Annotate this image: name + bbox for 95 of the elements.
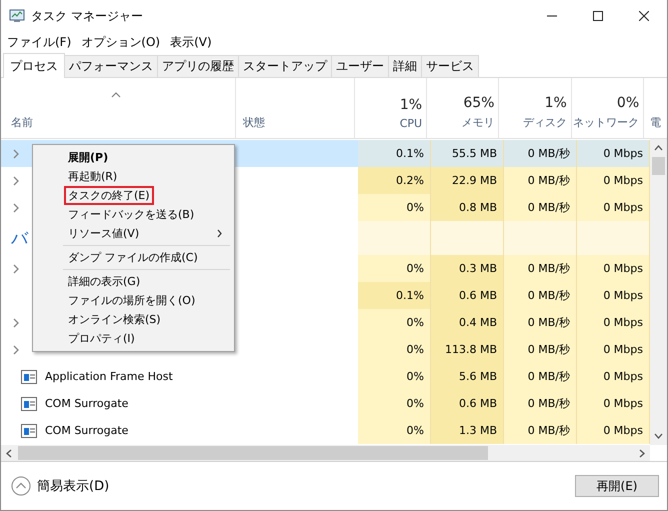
menu-item[interactable]: 展開(P) <box>64 148 112 167</box>
table-cell: 0.2% <box>358 167 431 194</box>
column-header[interactable]: 0% ネットワーク <box>572 78 644 138</box>
table-cell: 0.1% <box>358 140 431 167</box>
table-cell: 0.6 MB <box>431 390 504 417</box>
table-cell: 0.3 MB <box>431 255 504 282</box>
table-cell: 0% <box>358 194 431 221</box>
table-cell: 0 MB/秒 <box>504 417 577 444</box>
vertical-scrollbar[interactable] <box>650 139 667 445</box>
menu-item[interactable]: ファイル(F) <box>7 34 72 50</box>
scroll-down-icon[interactable] <box>654 433 663 439</box>
menu-item[interactable]: 表示(V) <box>170 34 212 50</box>
table-cell: 0 MB/秒 <box>504 140 577 167</box>
table-cell: 0 Mbps <box>577 140 650 167</box>
horizontal-scrollbar[interactable] <box>1 445 650 461</box>
expand-chevron-icon[interactable] <box>13 344 19 354</box>
menu-item[interactable]: オンライン検索(S) <box>64 310 165 329</box>
table-cell: 0.8 MB <box>431 194 504 221</box>
process-name: COM Surrogate <box>45 424 128 437</box>
table-cell: 0 Mbps <box>577 390 650 417</box>
table-cell: 0 Mbps <box>577 194 650 221</box>
scroll-right-icon[interactable] <box>639 448 645 458</box>
table-cell: 0.4 MB <box>431 309 504 336</box>
table-cell: 0 Mbps <box>577 336 650 363</box>
table-cell: 0 Mbps <box>577 282 650 309</box>
tab[interactable]: 詳細 <box>388 55 422 77</box>
table-cell: 0 MB/秒 <box>504 363 577 390</box>
table-cell: 0 MB/秒 <box>504 167 577 194</box>
column-header[interactable]: 電 <box>644 78 667 138</box>
fewer-details-link[interactable]: 簡易表示(D) <box>37 477 110 495</box>
scroll-up-icon[interactable] <box>654 145 663 151</box>
table-cell: 0 MB/秒 <box>504 336 577 363</box>
column-header[interactable]: 1% CPU <box>354 78 428 138</box>
expand-chevron-icon[interactable] <box>13 318 19 328</box>
tab[interactable]: プロセス <box>3 53 65 78</box>
tab[interactable]: アプリの履歴 <box>157 55 239 77</box>
column-header[interactable]: 1% ディスク <box>499 78 572 138</box>
tab[interactable]: パフォーマンス <box>64 55 158 77</box>
expand-chevron-icon[interactable] <box>13 176 19 186</box>
table-cell: 0% <box>358 309 431 336</box>
menu-item[interactable]: フィードバックを送る(B) <box>64 205 198 224</box>
window-app-icon <box>21 424 37 438</box>
expand-chevron-icon[interactable] <box>13 202 19 212</box>
menu-item[interactable]: プロパティ(I) <box>64 329 139 348</box>
table-cell: 0 Mbps <box>577 363 650 390</box>
window-app-icon <box>21 396 37 410</box>
table-cell: 0 Mbps <box>577 167 650 194</box>
process-name: Application Frame Host <box>45 370 173 383</box>
table-cell: 0.6 MB <box>431 282 504 309</box>
menu-item[interactable]: リソース値(V) <box>64 224 144 243</box>
tab[interactable]: サービス <box>421 55 479 77</box>
table-cell: 0 MB/秒 <box>504 255 577 282</box>
menu-item[interactable]: 再起動(R) <box>64 167 122 186</box>
window-title: タスク マネージャー <box>31 8 143 24</box>
table-cell: 22.9 MB <box>431 167 504 194</box>
scroll-thumb[interactable] <box>18 446 488 460</box>
window-app-icon <box>21 370 37 384</box>
table-cell: 0.1% <box>358 282 431 309</box>
table-cell: 0% <box>358 336 431 363</box>
column-header[interactable]: 名前 <box>1 78 236 138</box>
table-cell: 0% <box>358 255 431 282</box>
table-cell: 0 MB/秒 <box>504 390 577 417</box>
maximize-icon[interactable] <box>593 11 603 21</box>
monitor-icon <box>9 8 25 24</box>
close-icon[interactable] <box>639 11 649 21</box>
menu-item[interactable]: ファイルの場所を開く(O) <box>64 291 200 310</box>
tab[interactable]: スタートアップ <box>238 55 332 77</box>
menu-item[interactable]: タスクの終了(E) <box>64 186 154 205</box>
table-cell: 1.3 MB <box>431 417 504 444</box>
menu-item[interactable]: ダンプ ファイルの作成(C) <box>64 248 202 267</box>
table-cell: 0 Mbps <box>577 255 650 282</box>
expand-chevron-icon[interactable] <box>13 264 19 274</box>
table-cell: 0 MB/秒 <box>504 309 577 336</box>
table-cell: 55.5 MB <box>431 140 504 167</box>
group-heading: バ <box>11 229 28 249</box>
table-cell: 113.8 MB <box>431 336 504 363</box>
collapse-circle-icon[interactable] <box>11 476 31 496</box>
table-cell: 0% <box>358 390 431 417</box>
table-cell: 0 Mbps <box>577 417 650 444</box>
scroll-left-icon[interactable] <box>6 448 12 458</box>
menu-item[interactable]: 詳細の表示(G) <box>64 272 144 291</box>
table-cell: 0 MB/秒 <box>504 194 577 221</box>
expand-chevron-icon[interactable] <box>13 148 19 158</box>
resume-button[interactable]: 再開(E) <box>575 475 659 497</box>
table-cell: 0 MB/秒 <box>504 282 577 309</box>
table-cell: 0 Mbps <box>577 309 650 336</box>
column-header[interactable]: 65% メモリ <box>427 78 500 138</box>
tab[interactable]: ユーザー <box>331 55 389 77</box>
menu-item[interactable]: オプション(O) <box>81 34 160 50</box>
table-cell: 0% <box>358 363 431 390</box>
column-header[interactable]: 状態 <box>236 78 355 138</box>
table-cell: 0% <box>358 417 431 444</box>
scroll-thumb[interactable] <box>652 157 665 175</box>
process-name: COM Surrogate <box>45 397 128 410</box>
table-cell: 5.6 MB <box>431 363 504 390</box>
